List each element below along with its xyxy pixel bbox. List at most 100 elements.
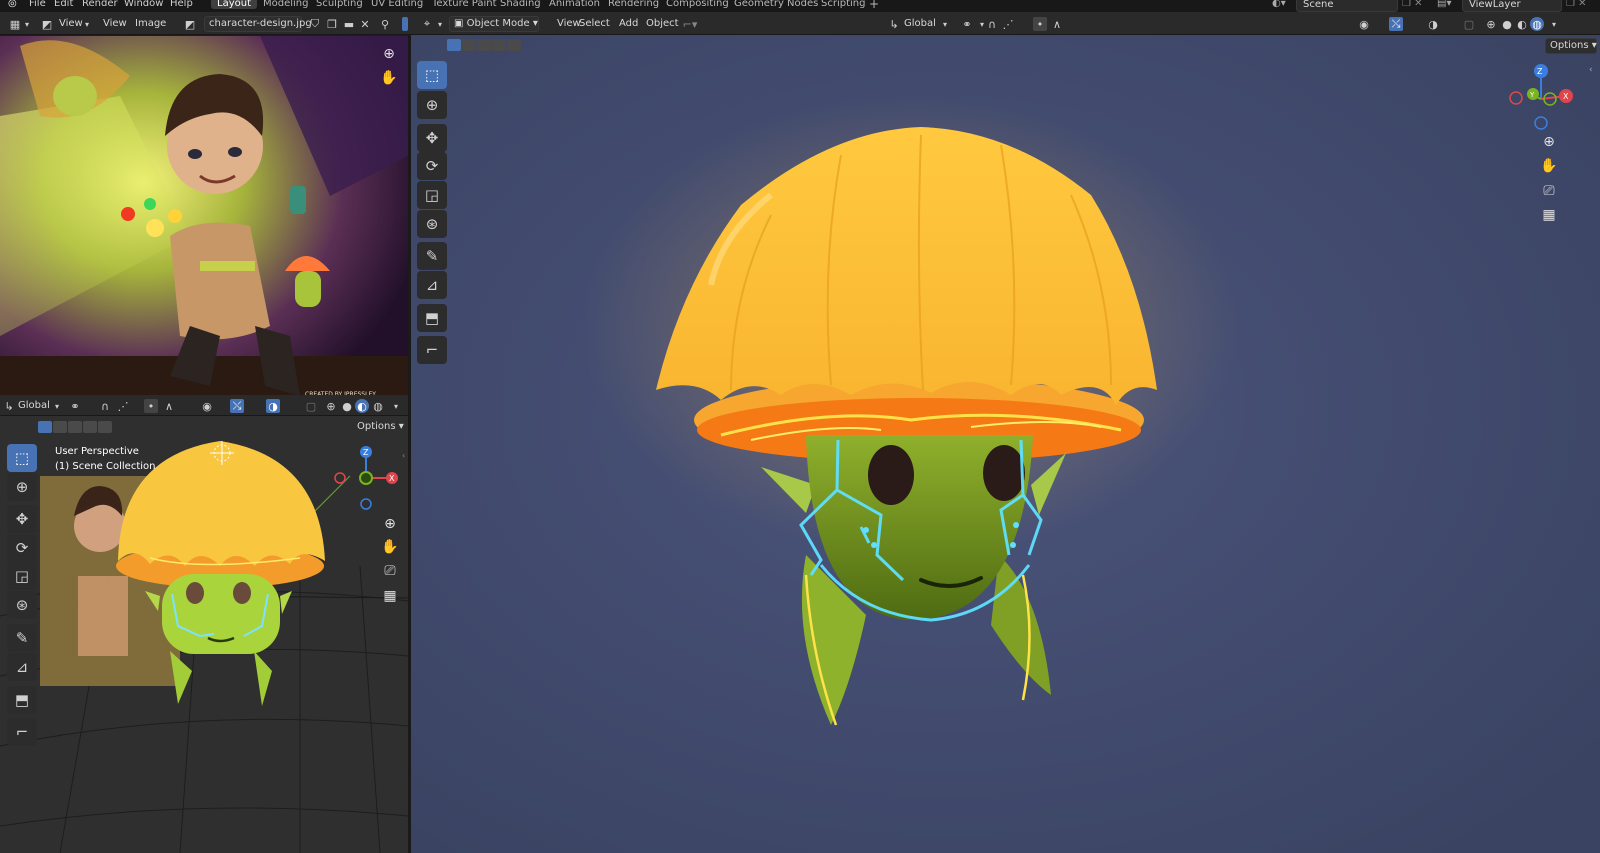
select-intersect-icon[interactable]: [507, 39, 521, 51]
tab-modeling[interactable]: Modeling: [263, 0, 309, 9]
overlay-toggle-icon[interactable]: ◑: [1426, 17, 1440, 31]
menu-help[interactable]: Help: [170, 0, 193, 9]
tab-uv-editing[interactable]: UV Editing: [371, 0, 423, 9]
add-cube-tool[interactable]: ⬒: [7, 686, 37, 714]
zoom-icon[interactable]: ⊕: [378, 512, 402, 536]
mode-dropdown[interactable]: ▣ Object Mode ▾: [449, 16, 539, 32]
gizmo-toggle-icon[interactable]: ⤯: [230, 399, 244, 413]
chevron-down-icon[interactable]: ▾: [50, 399, 64, 413]
measure-tool[interactable]: ⊿: [417, 271, 447, 299]
cursor-tool[interactable]: ⊕: [7, 473, 37, 501]
main-viewport-canvas[interactable]: Options ▾ ⬚ ⊕ ✥ ⟳ ◲ ⊛ ✎ ⊿ ⬒ ⌐ Z X Y ⊕ ✋ …: [411, 35, 1600, 853]
new-scene-icon[interactable]: ❐ ✕: [1402, 0, 1423, 9]
snap-magnet-icon[interactable]: ∩: [98, 399, 112, 413]
select-subtract-icon[interactable]: [477, 39, 491, 51]
material-shading-icon[interactable]: ◐: [1515, 17, 1529, 31]
new-image-icon[interactable]: ❐: [325, 17, 339, 31]
zoom-icon[interactable]: ⊕: [1537, 130, 1561, 154]
tab-rendering[interactable]: Rendering: [608, 0, 659, 9]
pivot-icon[interactable]: ⚭: [960, 17, 974, 31]
tab-layout[interactable]: Layout: [211, 0, 257, 9]
select-subtract-icon[interactable]: [68, 421, 82, 433]
select-invert-icon[interactable]: [492, 39, 506, 51]
menu-render[interactable]: Render: [82, 0, 118, 9]
annotate-tool[interactable]: ✎: [417, 242, 447, 270]
select-mode-buttons[interactable]: [38, 421, 112, 433]
chevron-down-icon[interactable]: ▾: [80, 17, 94, 31]
zoom-icon[interactable]: ⊕: [377, 42, 401, 66]
select-invert-icon[interactable]: [83, 421, 97, 433]
xray-icon[interactable]: ▢: [1462, 17, 1476, 31]
view-layer-icon[interactable]: ▤▾: [1437, 0, 1451, 9]
perspective-grid-icon[interactable]: ▦: [1537, 203, 1561, 227]
editor-type-icon[interactable]: ⌖: [420, 17, 434, 31]
wireframe-shading-icon[interactable]: ⊕: [324, 399, 338, 413]
tab-shading[interactable]: Shading: [500, 0, 541, 9]
camera-icon[interactable]: ⎚: [378, 559, 402, 583]
sidebar-toggle-icon[interactable]: ‹: [1589, 65, 1593, 75]
menu-view[interactable]: View: [103, 18, 127, 29]
image-canvas[interactable]: CREATED BY JPRESSLEY ⊕ ✋: [0, 36, 408, 401]
tab-sculpting[interactable]: Sculpting: [316, 0, 363, 9]
rendered-shading-icon[interactable]: ◍: [1530, 17, 1544, 31]
sidebar-toggle-icon[interactable]: ‹: [402, 451, 405, 460]
tab-geometry-nodes[interactable]: Geometry Nodes: [734, 0, 818, 9]
falloff-icon[interactable]: ∧: [162, 399, 176, 413]
proportional-edit-icon[interactable]: •: [144, 399, 158, 413]
material-shading-icon[interactable]: ◐: [355, 399, 369, 413]
menu-object[interactable]: Object: [646, 18, 679, 29]
options-dropdown[interactable]: Options ▾: [1545, 38, 1597, 54]
xray-icon[interactable]: ▢: [304, 399, 318, 413]
select-new-icon[interactable]: [38, 421, 52, 433]
scene-field[interactable]: Scene: [1296, 0, 1398, 12]
snap-target-icon[interactable]: ⋰: [1001, 17, 1015, 31]
menu-view[interactable]: View: [557, 18, 581, 29]
select-box-tool[interactable]: ⬚: [7, 444, 37, 472]
scale-tool[interactable]: ◲: [417, 181, 447, 209]
pan-hand-icon[interactable]: ✋: [378, 535, 402, 559]
navigation-gizmo-small[interactable]: Z X: [330, 442, 402, 514]
menu-edit[interactable]: Edit: [54, 0, 73, 9]
add-workspace-button[interactable]: +: [869, 0, 879, 11]
chevron-down-icon[interactable]: ▾: [20, 17, 34, 31]
chevron-down-icon[interactable]: ▾: [1547, 17, 1561, 31]
cursor-tool[interactable]: ⊕: [417, 91, 447, 119]
scale-tool[interactable]: ◲: [7, 562, 37, 590]
pin-icon[interactable]: ⚲: [378, 17, 392, 31]
solid-shading-icon[interactable]: ●: [1500, 17, 1514, 31]
chevron-down-icon[interactable]: ▾: [433, 17, 447, 31]
image-browse-icon[interactable]: ◩: [183, 17, 197, 31]
snap-magnet-icon[interactable]: ∩: [985, 17, 999, 31]
camera-icon[interactable]: ⎚: [1537, 179, 1561, 203]
tab-texture-paint[interactable]: Texture Paint: [432, 0, 497, 9]
fake-user-shield-icon[interactable]: ⛉: [308, 17, 322, 31]
pan-hand-icon[interactable]: ✋: [1537, 154, 1561, 178]
menu-select[interactable]: Select: [579, 18, 610, 29]
chevron-down-icon[interactable]: ▾: [938, 17, 952, 31]
options-dropdown[interactable]: Options ▾: [353, 420, 404, 436]
gizmo-toggle-icon[interactable]: ⤯: [1389, 17, 1403, 31]
select-box-tool[interactable]: ⬚: [417, 61, 447, 89]
select-new-icon[interactable]: [447, 39, 461, 51]
rendered-shading-icon[interactable]: ◍: [371, 399, 385, 413]
perspective-grid-icon[interactable]: ▦: [378, 584, 402, 608]
menu-window[interactable]: Window: [124, 0, 163, 9]
object-constraint-icon[interactable]: ⌐▾: [683, 17, 698, 31]
tab-scripting[interactable]: Scripting: [821, 0, 865, 9]
image-name-field[interactable]: character-design.jpg: [204, 16, 312, 32]
image-mode-icon[interactable]: ◩: [40, 17, 54, 31]
open-folder-icon[interactable]: ▬: [342, 17, 356, 31]
extrude-tool[interactable]: ⌐: [7, 718, 37, 746]
view-layer-field[interactable]: ViewLayer: [1462, 0, 1562, 12]
measure-tool[interactable]: ⊿: [7, 653, 37, 681]
select-intersect-icon[interactable]: [98, 421, 112, 433]
menu-image[interactable]: Image: [135, 18, 166, 29]
add-cube-tool[interactable]: ⬒: [417, 304, 447, 332]
orientation-dropdown[interactable]: Global: [904, 18, 936, 29]
proportional-edit-icon[interactable]: •: [1033, 17, 1047, 31]
falloff-icon[interactable]: ∧: [1050, 17, 1064, 31]
visibility-icon[interactable]: ◉: [200, 399, 214, 413]
rotate-tool[interactable]: ⟳: [417, 152, 447, 180]
snap-target-icon[interactable]: ⋰: [116, 399, 130, 413]
annotate-tool[interactable]: ✎: [7, 624, 37, 652]
